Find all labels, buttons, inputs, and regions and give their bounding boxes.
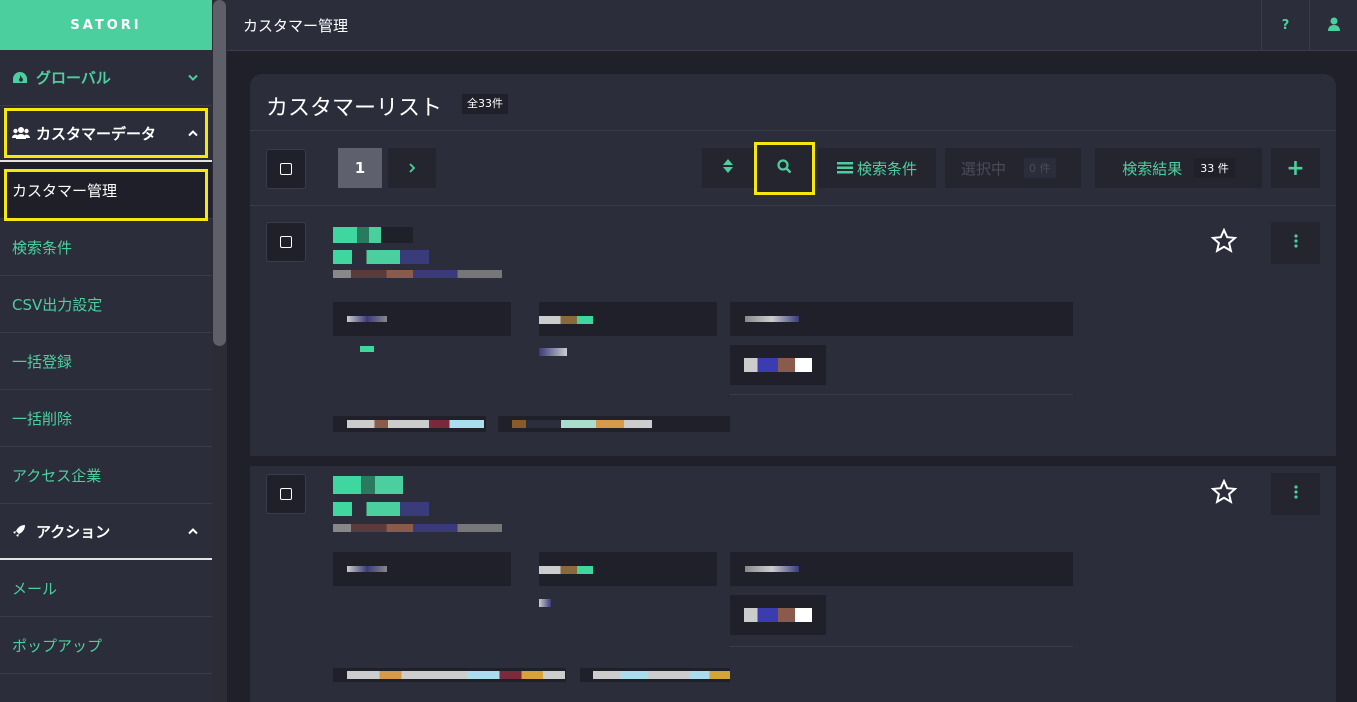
user-menu-button[interactable] (1309, 0, 1357, 51)
page-1-button[interactable]: 1 (338, 148, 382, 188)
redacted-text (744, 358, 812, 372)
redacted-text (347, 566, 387, 572)
nav-group-label: カスタマーデータ (36, 124, 157, 143)
row-menu-button[interactable] (1271, 222, 1320, 264)
search-conditions-button[interactable]: 検索条件 (818, 148, 936, 188)
sort-icon (723, 159, 733, 177)
sidebar: SATORI グローバル カスタマーデータ カスタマー管理 検索条件 CSV出力… (0, 0, 212, 702)
redacted-text (744, 608, 812, 622)
selected-label: 選択中 (961, 159, 1007, 178)
nav-group-label: グローバル (36, 69, 111, 87)
help-icon: ? (1281, 18, 1290, 33)
header: カスタマー管理 ? (227, 0, 1357, 51)
customer-name-redacted (333, 227, 413, 243)
redacted-text (360, 346, 374, 352)
customer-email-redacted (333, 270, 511, 278)
sidebar-item-search-conditions[interactable]: 検索条件 (0, 219, 212, 276)
sidebar-item-next[interactable] (0, 674, 212, 702)
users-icon (12, 126, 30, 140)
redacted-text (593, 671, 730, 679)
dashboard-icon (12, 71, 30, 85)
search-results-button[interactable]: 検索結果 33 件 (1095, 148, 1262, 188)
redacted-text (539, 599, 551, 607)
row-separator (250, 456, 1336, 466)
nav-group-label: アクション (36, 522, 111, 541)
customer-company-redacted (333, 250, 429, 264)
nav-group-customer-data[interactable]: カスタマーデータ (0, 106, 212, 162)
rocket-icon (12, 524, 30, 538)
customer-row[interactable] (330, 224, 750, 284)
customer-email-redacted (333, 524, 511, 532)
divider (730, 646, 1073, 647)
more-vertical-icon (1293, 485, 1298, 503)
redacted-text (512, 420, 652, 428)
chevron-down-icon (188, 71, 198, 84)
sidebar-item-bulk-register[interactable]: 一括登録 (0, 333, 212, 390)
divider (250, 130, 1336, 131)
customer-list-card: カスタマーリスト 全33件 1 検索条件 選択中 0 件 検索結果 33 件 + (250, 74, 1336, 702)
sidebar-item-mail[interactable]: メール (0, 560, 212, 617)
chevron-up-icon (188, 525, 198, 538)
nav-group-global[interactable]: グローバル (0, 50, 212, 106)
sidebar-item-csv-export[interactable]: CSV出力設定 (0, 276, 212, 333)
search-results-label: 検索結果 (1122, 159, 1183, 178)
sidebar-item-popup[interactable]: ポップアップ (0, 617, 212, 674)
search-conditions-label: 検索条件 (856, 159, 917, 178)
star-icon[interactable] (1210, 478, 1238, 509)
select-all-checkbox[interactable] (266, 149, 306, 189)
nav-group-action[interactable]: アクション (0, 504, 212, 560)
help-button[interactable]: ? (1261, 0, 1309, 51)
row-checkbox[interactable] (266, 474, 306, 514)
redacted-text (347, 420, 484, 428)
redacted-text (539, 566, 593, 574)
customer-row[interactable] (330, 476, 750, 536)
more-vertical-icon (1293, 234, 1298, 252)
page-title: カスタマー管理 (243, 16, 349, 35)
row-menu-button[interactable] (1271, 473, 1320, 515)
redacted-text (347, 671, 565, 679)
chevron-up-icon (188, 127, 198, 140)
selected-button[interactable]: 選択中 0 件 (945, 148, 1081, 188)
user-icon (1327, 17, 1340, 35)
next-page-button[interactable] (388, 148, 436, 188)
sidebar-item-bulk-delete[interactable]: 一括削除 (0, 390, 212, 447)
customer-name-redacted (333, 476, 403, 494)
redacted-text (539, 316, 593, 324)
search-icon (777, 159, 792, 178)
redacted-text (745, 566, 799, 572)
selected-count-badge: 0 件 (1024, 158, 1056, 178)
redacted-text (745, 316, 799, 322)
divider (730, 394, 1073, 395)
redacted-text (539, 348, 567, 356)
chevron-right-icon (408, 159, 416, 177)
add-customer-button[interactable]: + (1271, 148, 1320, 188)
search-results-count-badge: 33 件 (1194, 158, 1235, 178)
sort-button[interactable] (702, 148, 754, 188)
row-checkbox[interactable] (266, 222, 306, 262)
sidebar-item-customer-management[interactable]: カスタマー管理 (0, 162, 212, 219)
divider (250, 205, 1336, 206)
brand-logo[interactable]: SATORI (0, 0, 212, 50)
search-button[interactable] (754, 142, 815, 195)
redacted-text (347, 316, 387, 322)
customer-company-redacted (333, 502, 429, 516)
sidebar-scrollbar-thumb[interactable] (213, 0, 226, 346)
sidebar-item-access-companies[interactable]: アクセス企業 (0, 447, 212, 504)
list-icon (836, 162, 853, 174)
total-count-badge: 全33件 (462, 94, 508, 114)
star-icon[interactable] (1210, 227, 1238, 258)
card-title: カスタマーリスト (266, 96, 443, 121)
